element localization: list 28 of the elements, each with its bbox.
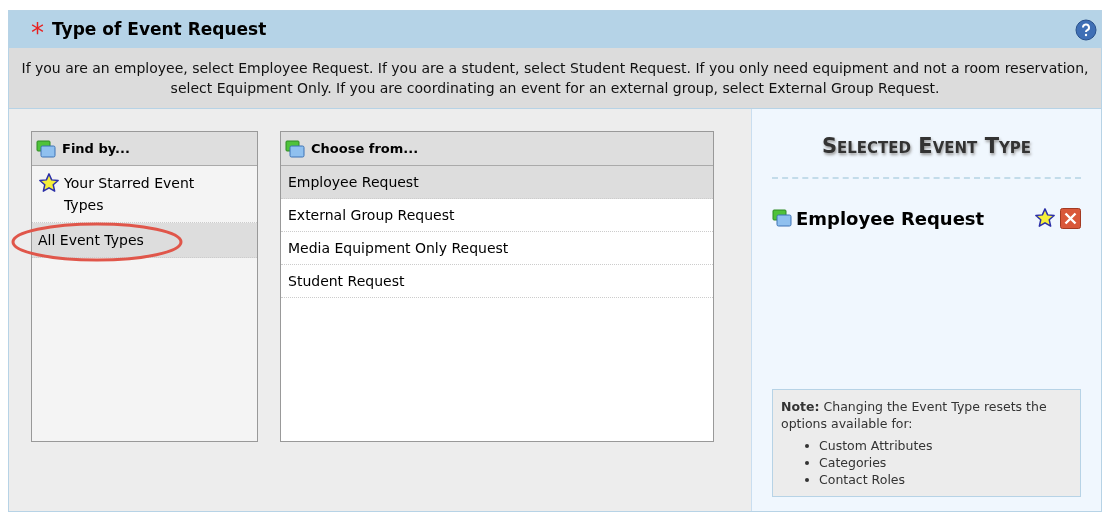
choose-from-title: Choose from...	[311, 139, 419, 158]
event-type-item[interactable]: Employee Request	[281, 166, 713, 199]
event-type-item[interactable]: Student Request	[281, 265, 713, 298]
item-label: All Event Types	[38, 231, 144, 250]
event-type-item[interactable]: External Group Request	[281, 199, 713, 232]
panel-title: Type of Event Request	[52, 17, 267, 41]
required-mark: *	[31, 19, 44, 46]
close-icon[interactable]	[1060, 207, 1081, 229]
selected-event-name: Employee Request	[796, 206, 985, 231]
item-label: Your Starred Event Types	[64, 174, 196, 215]
list-icon	[285, 139, 305, 158]
find-by-item[interactable]: All Event Types	[32, 223, 257, 258]
list-icon	[36, 139, 56, 158]
star-icon[interactable]	[1034, 207, 1056, 229]
event-type-item[interactable]: Media Equipment Only Request	[281, 232, 713, 265]
instructions-text: If you are an employee, select Employee Request. If you are a student, select Student Request. If you only need equipment and not a room reservation, select Equipment Only. If you are coordinating an event for an external group, select External Group Request.	[20, 59, 1090, 98]
find-by-title: Find by...	[62, 139, 130, 158]
note-text: Note: Changing the Event Type resets the options available for:	[781, 398, 1048, 432]
list-icon	[772, 209, 792, 227]
bullet-icon	[805, 477, 809, 482]
selected-type-heading: Selected Event Type	[772, 131, 1081, 179]
star-icon	[38, 172, 60, 194]
note-item: Custom Attributes	[819, 437, 933, 454]
note-item: Categories	[819, 454, 887, 471]
bullet-icon	[805, 443, 809, 448]
help-icon[interactable]	[1075, 18, 1097, 41]
note-item: Contact Roles	[819, 471, 906, 488]
bullet-icon	[805, 460, 809, 465]
